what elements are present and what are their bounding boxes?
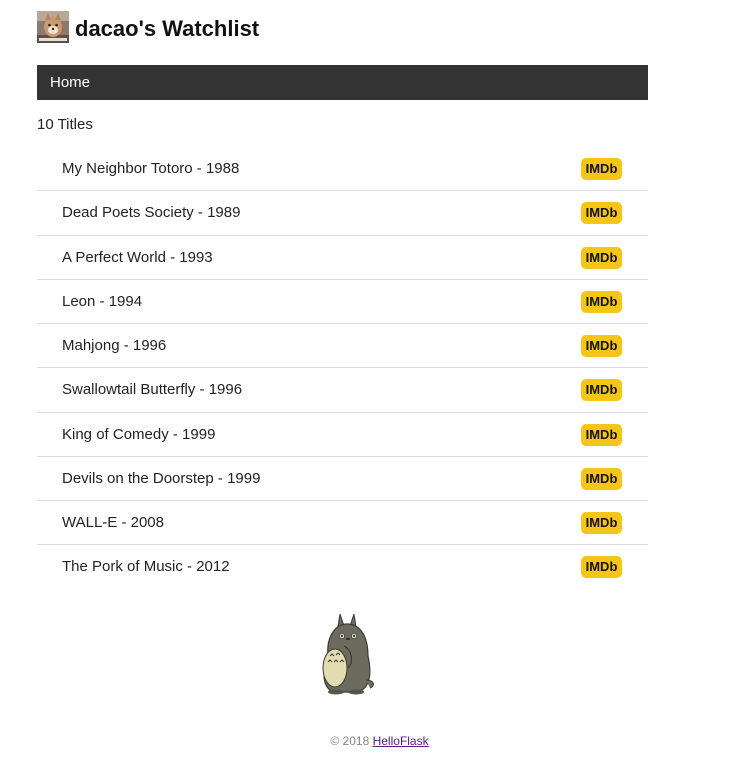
- movie-title: My Neighbor Totoro - 1988: [62, 160, 240, 177]
- list-item: King of Comedy - 1999 IMDb: [37, 413, 648, 457]
- avatar: [37, 11, 69, 43]
- imdb-link[interactable]: IMDb: [581, 335, 622, 357]
- list-item: Mahjong - 1996 IMDb: [37, 324, 648, 369]
- movie-title: WALL-E - 2008: [62, 514, 164, 531]
- imdb-link[interactable]: IMDb: [581, 202, 622, 225]
- movie-title: Mahjong - 1996: [62, 337, 167, 354]
- nav-home-link[interactable]: Home: [50, 65, 90, 100]
- imdb-link[interactable]: IMDb: [581, 512, 622, 534]
- footer: © 2018 HelloFlask: [37, 734, 722, 748]
- list-item: My Neighbor Totoro - 1988 IMDb: [37, 147, 648, 192]
- list-item: Swallowtail Butterfly - 1996 IMDb: [37, 368, 648, 413]
- page-title: dacao's Watchlist: [75, 16, 260, 41]
- navbar: Home: [37, 65, 648, 100]
- title-count: 10 Titles: [37, 116, 93, 133]
- movie-title: Leon - 1994: [62, 292, 143, 310]
- movie-title: Swallowtail Butterfly - 1996: [62, 381, 243, 399]
- header: dacao's Watchlist: [37, 10, 259, 44]
- imdb-link[interactable]: IMDb: [581, 556, 622, 579]
- helloflask-link[interactable]: HelloFlask: [373, 734, 429, 748]
- movie-title: The Pork of Music - 2012: [62, 558, 230, 576]
- movie-list: My Neighbor Totoro - 1988 IMDb Dead Poet…: [37, 147, 648, 590]
- list-item: Leon - 1994 IMDb: [37, 280, 648, 324]
- list-item: The Pork of Music - 2012 IMDb: [37, 545, 648, 589]
- movie-title: Devils on the Doorstep - 1999: [62, 469, 261, 487]
- movie-title: Dead Poets Society - 1989: [62, 204, 241, 222]
- imdb-link[interactable]: IMDb: [581, 379, 622, 402]
- imdb-link[interactable]: IMDb: [581, 290, 622, 313]
- list-item: Dead Poets Society - 1989 IMDb: [37, 191, 648, 236]
- list-item: A Perfect World - 1993 IMDb: [37, 236, 648, 280]
- imdb-link[interactable]: IMDb: [581, 246, 622, 269]
- list-item: WALL-E - 2008 IMDb: [37, 501, 648, 546]
- imdb-link[interactable]: IMDb: [581, 423, 622, 446]
- imdb-link[interactable]: IMDb: [581, 158, 622, 180]
- list-item: Devils on the Doorstep - 1999 IMDb: [37, 457, 648, 501]
- movie-title: King of Comedy - 1999: [62, 425, 216, 443]
- movie-title: A Perfect World - 1993: [62, 248, 213, 266]
- copyright-text: © 2018: [330, 734, 370, 748]
- totoro-image: [322, 613, 374, 695]
- imdb-link[interactable]: IMDb: [581, 467, 622, 490]
